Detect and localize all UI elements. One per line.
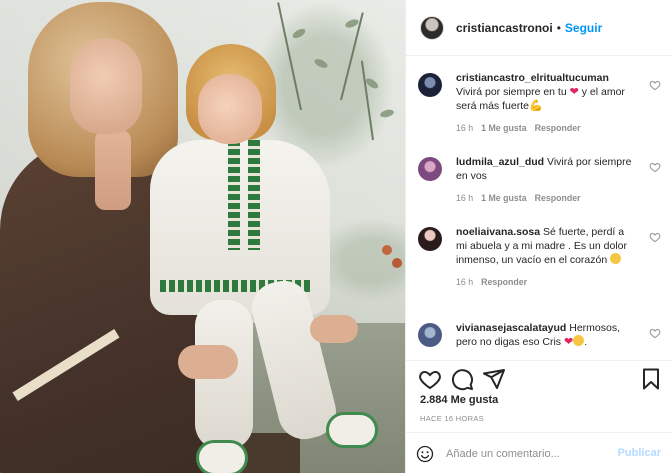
avatar[interactable] <box>420 15 444 40</box>
comment-likes[interactable]: 1 Me gusta <box>481 123 526 133</box>
crying-face-emoji <box>573 335 585 346</box>
post-header: cristiancastronoi • Seguir <box>406 0 672 56</box>
likes-count[interactable]: 2.884 Me gusta <box>420 394 498 406</box>
reply-button[interactable]: Responder <box>481 277 527 287</box>
child-shoe <box>196 440 248 473</box>
comment-meta: 16 h Responder <box>456 277 636 287</box>
comment-body: cristiancastro_elritualtucuman Vivirá po… <box>456 71 636 133</box>
avatar[interactable] <box>418 73 442 97</box>
speech-bubble-icon[interactable] <box>450 367 474 391</box>
woman-face <box>70 38 142 134</box>
comment-text: ludmila_azul_dud Vivirá por siempre en v… <box>456 155 636 183</box>
comment-composer: Publicar <box>406 432 672 473</box>
heart-outline-icon[interactable] <box>649 161 661 173</box>
comment-item: noeliaivana.sosa Sé fuerte, perdí a mi a… <box>418 225 661 287</box>
separator-dot: • <box>556 20 561 35</box>
child-face <box>198 74 262 144</box>
comment-likes[interactable]: 1 Me gusta <box>481 193 526 203</box>
comment-time: 16 h <box>456 277 474 287</box>
post-sidebar: cristiancastronoi • Seguir cristiancastr… <box>405 0 672 473</box>
bookmark-icon[interactable] <box>639 367 663 391</box>
post-timestamp[interactable]: HACE 16 HORAS <box>420 414 484 423</box>
action-bar <box>406 360 672 394</box>
comment-item: ludmila_azul_dud Vivirá por siempre en v… <box>418 155 661 203</box>
avatar[interactable] <box>418 227 442 251</box>
comment-username[interactable]: noeliaivana.sosa <box>456 226 540 238</box>
follow-button[interactable]: Seguir <box>565 21 602 35</box>
comment-username[interactable]: ludmila_azul_dud <box>456 156 544 168</box>
comment-text: vivianasejascalatayud Hermosos, pero no … <box>456 321 636 349</box>
comment-text: noeliaivana.sosa Sé fuerte, perdí a mi a… <box>456 225 636 267</box>
comment-username[interactable]: cristiancastro_elritualtucuman <box>456 72 609 84</box>
post-photo[interactable] <box>0 0 405 473</box>
comments-list[interactable]: cristiancastro_elritualtucuman Vivirá po… <box>406 57 672 360</box>
heart-outline-icon[interactable] <box>649 79 661 91</box>
comment-body: ludmila_azul_dud Vivirá por siempre en v… <box>456 155 636 203</box>
comment-input[interactable] <box>446 441 606 467</box>
reply-button[interactable]: Responder <box>535 193 581 203</box>
heart-outline-icon[interactable] <box>418 367 442 391</box>
heart-outline-icon[interactable] <box>649 327 661 339</box>
red-heart-emoji: ❤ <box>563 336 574 348</box>
avatar[interactable] <box>418 157 442 181</box>
comment-meta: 16 h 1 Me gusta Responder <box>456 193 636 203</box>
comment-body: vivianasejascalatayud Hermosos, pero no … <box>456 321 636 349</box>
outfit-embroidery <box>228 140 240 250</box>
outfit-embroidery <box>248 140 260 250</box>
comment-item: vivianasejascalatayud Hermosos, pero no … <box>418 321 661 349</box>
heart-outline-icon[interactable] <box>649 231 661 243</box>
comment-item: cristiancastro_elritualtucuman Vivirá po… <box>418 71 661 133</box>
reply-button[interactable]: Responder <box>535 123 581 133</box>
flexed-biceps-emoji: 💪 <box>528 100 543 112</box>
woman-hand <box>178 345 238 379</box>
comment-username[interactable]: vivianasejascalatayud <box>456 322 566 334</box>
comment-text-part: Vivirá por siempre en tu <box>456 86 570 98</box>
comment-time: 16 h <box>456 193 474 203</box>
child-shoe <box>326 412 378 448</box>
flower <box>392 258 402 268</box>
woman-hand <box>310 315 358 343</box>
comment-text-part: . <box>584 336 588 348</box>
comment-meta: 16 h 1 Me gusta Responder <box>456 123 636 133</box>
post-author-username[interactable]: cristiancastronoi <box>456 21 553 35</box>
comment-body: noeliaivana.sosa Sé fuerte, perdí a mi a… <box>456 225 636 287</box>
flower <box>382 245 392 255</box>
paper-plane-icon[interactable] <box>482 367 506 391</box>
red-heart-emoji: ❤ <box>569 86 579 98</box>
avatar[interactable] <box>418 323 442 347</box>
woman-neck <box>95 130 131 210</box>
comment-text: cristiancastro_elritualtucuman Vivirá po… <box>456 71 636 113</box>
smiley-icon[interactable] <box>416 445 434 463</box>
publish-button[interactable]: Publicar <box>618 447 661 459</box>
comment-time: 16 h <box>456 123 474 133</box>
sad-face-emoji <box>610 253 622 264</box>
